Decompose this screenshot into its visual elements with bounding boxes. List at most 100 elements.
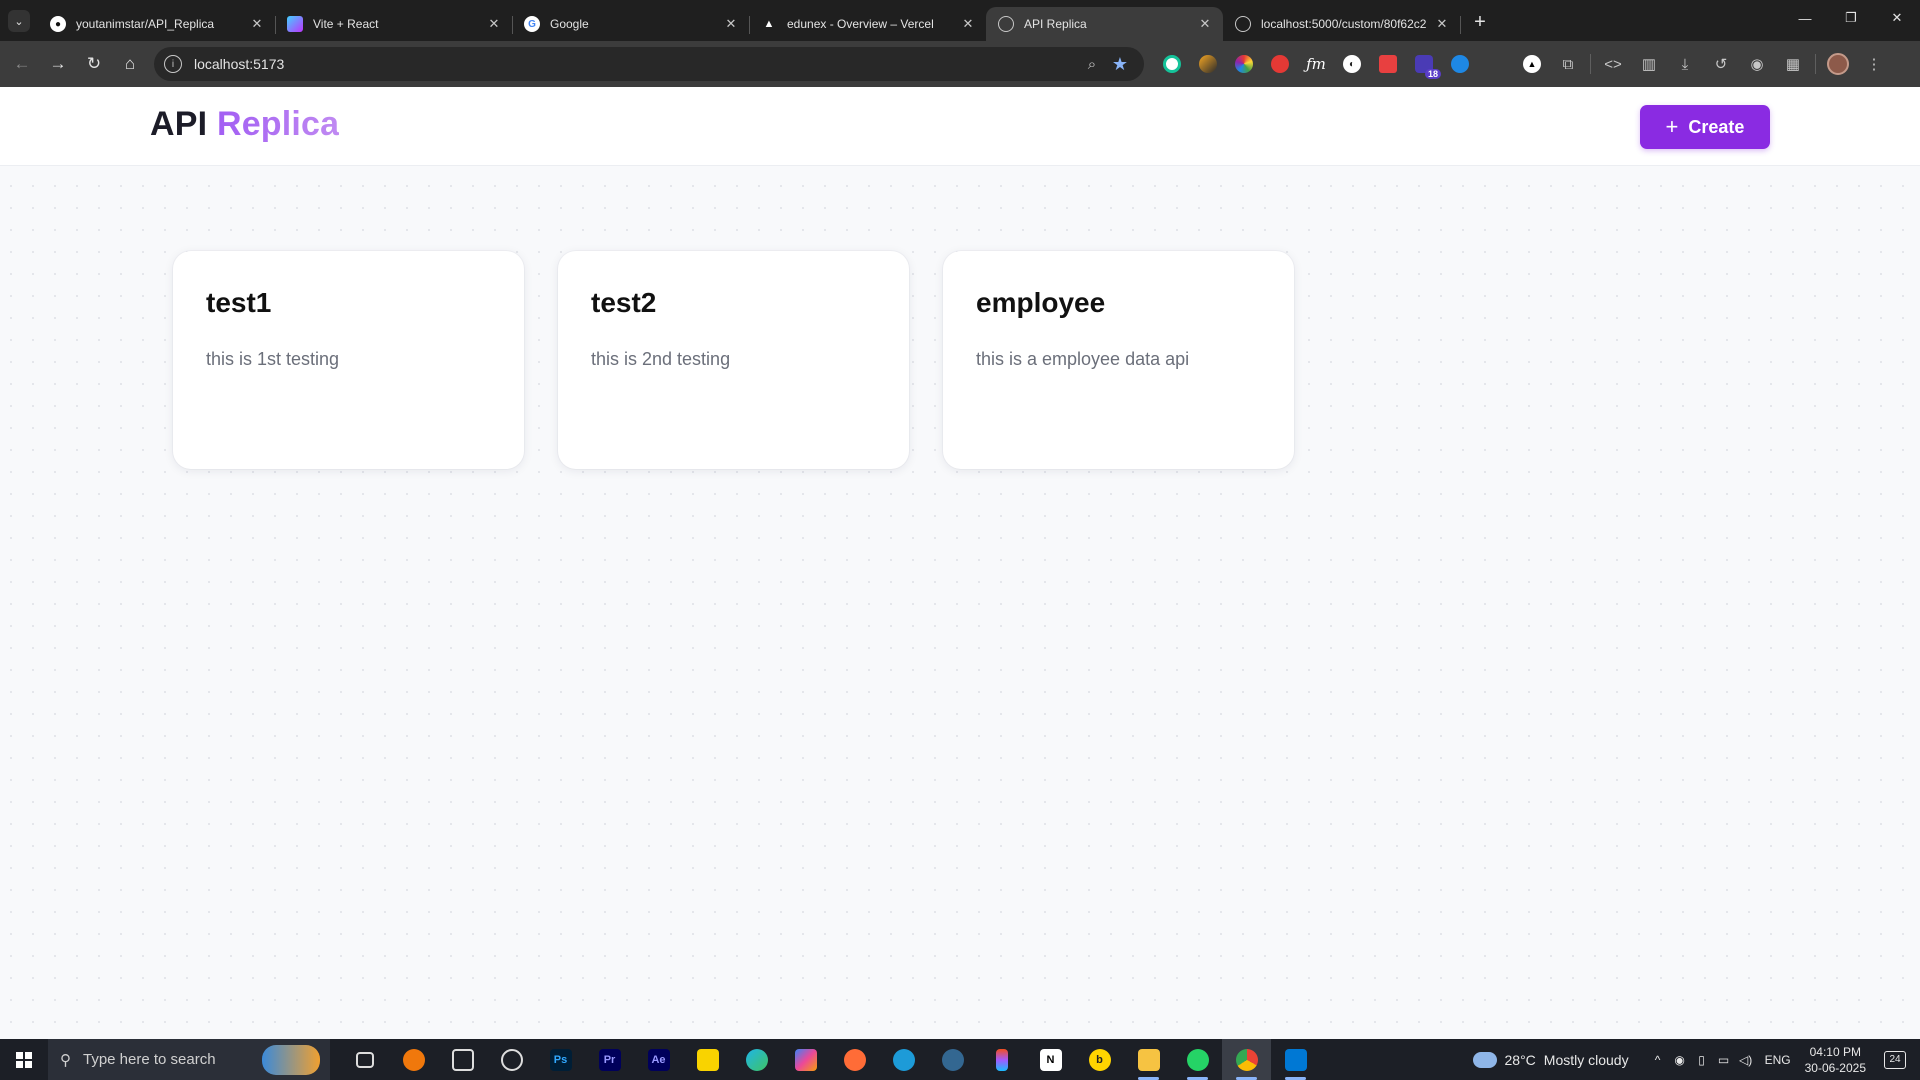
obs-app[interactable] — [487, 1039, 536, 1080]
font-extension[interactable]: ƒт — [1298, 48, 1334, 80]
taskbar-search-placeholder: Type here to search — [83, 1051, 216, 1068]
grammarly-extension[interactable] — [1154, 48, 1190, 80]
tab-search-button[interactable]: ⌄ — [8, 10, 30, 32]
postgres-app[interactable] — [928, 1039, 977, 1080]
bing-app[interactable]: b — [1075, 1039, 1124, 1080]
vscode-app[interactable] — [1271, 1039, 1320, 1080]
back-button[interactable]: ← — [4, 46, 40, 82]
zoom-icon[interactable]: ⌕ — [1078, 56, 1106, 73]
cloud-icon — [1472, 1051, 1497, 1068]
chevron-up-icon[interactable]: ^ — [1647, 1053, 1669, 1067]
taskbar-search[interactable]: ⚲ Type here to search — [48, 1039, 330, 1080]
copilot-app[interactable] — [781, 1039, 830, 1080]
record-icon[interactable]: ◉ — [1669, 1053, 1691, 1067]
notion-app[interactable]: N — [1026, 1039, 1075, 1080]
minimize-button[interactable]: — — [1782, 0, 1828, 36]
close-icon[interactable]: ✕ — [1197, 16, 1213, 32]
close-icon[interactable]: ✕ — [723, 16, 739, 32]
tab-github[interactable]: ● youtanimstar/API_Replica ✕ — [38, 7, 276, 41]
sticky-notes-app[interactable] — [683, 1039, 732, 1080]
tab-api-replica[interactable]: API Replica ✕ — [986, 7, 1223, 41]
docker-app[interactable] — [879, 1039, 928, 1080]
network-icon[interactable]: ▭ — [1713, 1053, 1735, 1067]
extensions-puzzle-icon[interactable]: ⧉ — [1550, 48, 1586, 80]
toolbar-separator — [1815, 54, 1816, 74]
home-button[interactable]: ⌂ — [112, 46, 148, 82]
extension-2[interactable] — [1190, 48, 1226, 80]
after-effects-app[interactable]: Ae — [634, 1039, 683, 1080]
tab-vite[interactable]: Vite + React ✕ — [275, 7, 513, 41]
color-picker-extension[interactable] — [1226, 48, 1262, 80]
sidebar-panel-icon[interactable]: ▥ — [1631, 48, 1667, 80]
app-logo[interactable]: API Replica — [150, 105, 339, 144]
whatsapp-app[interactable] — [1173, 1039, 1222, 1080]
task-view-button[interactable] — [340, 1039, 389, 1080]
extension-6[interactable]: ◐ — [1334, 48, 1370, 80]
address-bar[interactable]: i localhost:5173 ⌕ ★ — [154, 47, 1144, 81]
reload-button[interactable]: ↻ — [76, 46, 112, 82]
browser-toolbar: ← → ↻ ⌂ i localhost:5173 ⌕ ★ ƒт ◐ 18 ▲ ⧉… — [0, 41, 1920, 87]
figma-app[interactable] — [977, 1039, 1026, 1080]
profile-avatar[interactable] — [1820, 48, 1856, 80]
file-explorer-app[interactable] — [1124, 1039, 1173, 1080]
close-icon[interactable]: ✕ — [960, 16, 976, 32]
site-info-icon[interactable]: i — [164, 55, 182, 73]
kebab-menu-icon[interactable]: ⋮ — [1856, 48, 1892, 80]
download-icon[interactable]: ⤓ — [1667, 48, 1703, 80]
notification-center-button[interactable]: 24 — [1884, 1050, 1906, 1069]
api-card[interactable]: employee this is a employee data api — [943, 251, 1294, 469]
history-icon[interactable]: ↺ — [1703, 48, 1739, 80]
extension-10[interactable] — [1478, 48, 1514, 80]
api-card[interactable]: test1 this is 1st testing — [173, 251, 524, 469]
close-window-button[interactable]: ✕ — [1874, 0, 1920, 36]
weather-widget[interactable]: 28°C Mostly cloudy — [1472, 1051, 1629, 1068]
create-button-label: Create — [1688, 116, 1745, 137]
photoshop-app[interactable]: Ps — [536, 1039, 585, 1080]
clock-time: 04:10 PM — [1809, 1044, 1861, 1059]
volume-icon[interactable]: ◁) — [1735, 1053, 1757, 1067]
language-indicator[interactable]: ENG — [1765, 1053, 1791, 1067]
tab-vercel[interactable]: ▲ edunex - Overview – Vercel ✕ — [749, 7, 986, 41]
close-icon[interactable]: ✕ — [1434, 16, 1450, 32]
extension-badged[interactable]: 18 — [1406, 48, 1442, 80]
globe-icon — [1235, 16, 1251, 32]
blender-app[interactable] — [389, 1039, 438, 1080]
tab-localhost-5000[interactable]: localhost:5000/custom/80f62c2 ✕ — [1223, 7, 1461, 41]
extension-4[interactable] — [1262, 48, 1298, 80]
chevron-down-icon: ⌄ — [14, 15, 24, 28]
unity-app[interactable] — [438, 1039, 487, 1080]
restore-button[interactable]: ❐ — [1828, 0, 1874, 36]
postman-app[interactable] — [830, 1039, 879, 1080]
start-button[interactable] — [0, 1039, 48, 1080]
address-url[interactable]: localhost:5173 — [194, 56, 1078, 72]
extension-9[interactable] — [1442, 48, 1478, 80]
forward-button[interactable]: → — [40, 46, 76, 82]
api-card[interactable]: test2 this is 2nd testing — [558, 251, 909, 469]
api-card-description: this is 1st testing — [206, 349, 340, 369]
app-header: API Replica + Create — [0, 87, 1920, 166]
bookmark-star-icon[interactable]: ★ — [1106, 54, 1134, 75]
vscode-icon — [1284, 1048, 1307, 1071]
code-icon[interactable]: <> — [1595, 48, 1631, 80]
vite-icon — [287, 16, 303, 32]
close-icon[interactable]: ✕ — [249, 16, 265, 32]
extension-icon — [1451, 55, 1469, 73]
blender-icon — [402, 1048, 425, 1071]
obs-icon — [500, 1048, 523, 1071]
close-icon[interactable]: ✕ — [486, 16, 502, 32]
edge-app[interactable] — [732, 1039, 781, 1080]
github-icon: ● — [50, 16, 66, 32]
apps-grid-icon[interactable]: ▦ — [1775, 48, 1811, 80]
battery-icon[interactable]: ▯ — [1691, 1053, 1713, 1067]
extension-7[interactable] — [1370, 48, 1406, 80]
premiere-app[interactable]: Pr — [585, 1039, 634, 1080]
folder-icon — [1137, 1048, 1160, 1071]
create-button[interactable]: + Create — [1640, 105, 1770, 149]
chrome-app[interactable] — [1222, 1039, 1271, 1080]
extension-11[interactable]: ▲ — [1514, 48, 1550, 80]
new-tab-button[interactable]: + — [1466, 9, 1494, 37]
tab-google[interactable]: G Google ✕ — [512, 7, 750, 41]
api-card-description: this is a employee data api — [976, 349, 1190, 369]
clock[interactable]: 04:10 PM 30-06-2025 — [1805, 1044, 1866, 1076]
incognito-icon[interactable]: ◉ — [1739, 48, 1775, 80]
